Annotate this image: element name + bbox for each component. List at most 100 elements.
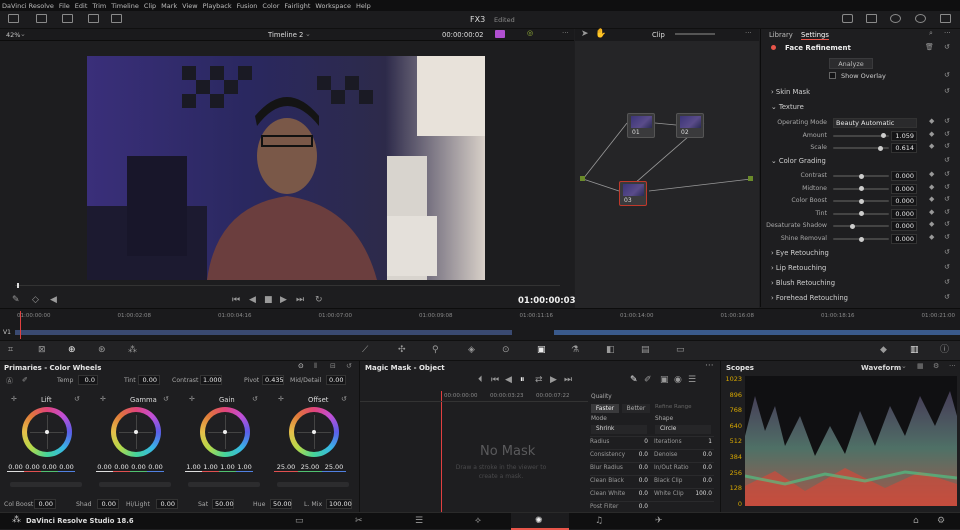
menu-item[interactable]: Timeline (111, 2, 139, 10)
menu-item[interactable]: Color (262, 2, 279, 10)
reset-icon[interactable]: ↺ (944, 233, 950, 241)
wheel-value-input[interactable]: 0.00 (58, 463, 75, 472)
wheel-handle[interactable] (134, 430, 138, 434)
keyframe-icon[interactable]: ◆ (929, 170, 934, 178)
mask-param-value[interactable]: 0.0 (634, 465, 648, 471)
reset-icon[interactable]: ↺ (341, 395, 347, 403)
effects-icon[interactable] (915, 14, 926, 23)
wheel-value-input[interactable]: 0.00 (113, 463, 130, 472)
loop-icon[interactable]: ↻ (315, 296, 323, 305)
wheel-handle[interactable] (45, 430, 49, 434)
section-blush-retouching[interactable]: › Blush Retouching (771, 279, 835, 287)
warper-icon[interactable]: ✣ (398, 346, 406, 355)
reset-icon[interactable]: ↺ (944, 183, 950, 191)
key-icon[interactable]: ◧ (606, 346, 615, 355)
mask-playhead[interactable] (441, 391, 442, 512)
slider-knob[interactable] (878, 145, 884, 151)
slider-knob[interactable] (880, 133, 886, 138)
param-input[interactable]: 0.00 (97, 499, 119, 509)
wheel-value-input[interactable]: 25.00 (322, 463, 346, 472)
mask-param-value[interactable]: 0.0 (634, 491, 648, 497)
media-page-icon[interactable]: ▭ (295, 517, 304, 526)
faster-button[interactable]: Faster (591, 404, 619, 413)
rgb-mixer-icon[interactable]: ⁂ (128, 346, 137, 355)
section-texture[interactable]: ⌄ Texture (771, 103, 804, 111)
mask-param-value[interactable]: 0 (634, 439, 648, 445)
menu-item[interactable]: DaVinci Resolve (2, 2, 54, 10)
param-input[interactable]: 0.00 (34, 499, 56, 509)
timeline-icon[interactable] (111, 14, 122, 23)
inspector-slider[interactable] (833, 223, 889, 229)
keyframe-icon[interactable]: ◆ (929, 183, 934, 191)
keyframe-icon[interactable]: ◆ (929, 195, 934, 203)
reset-icon[interactable]: ↺ (944, 43, 950, 51)
video-clip[interactable] (554, 330, 960, 335)
better-button[interactable]: Better (622, 404, 650, 413)
keyframe-icon[interactable]: ◆ (929, 142, 934, 150)
tab-settings[interactable]: Settings (801, 31, 829, 40)
curves-icon[interactable]: ⟋ (362, 346, 368, 355)
gallery-icon[interactable] (36, 14, 47, 23)
mode-select[interactable]: Shrink (591, 425, 647, 434)
shape-select[interactable]: Circle (655, 425, 711, 434)
sizing-icon[interactable]: ▤ (641, 346, 650, 355)
inspector-slider[interactable] (833, 236, 889, 242)
menu-item[interactable]: Mark (161, 2, 177, 10)
menu-item[interactable]: File (59, 2, 70, 10)
highlight-icon[interactable]: ◎ (527, 29, 533, 37)
wheel-picker-icon[interactable]: ✛ (100, 395, 106, 403)
step-back-icon[interactable]: ◀ (505, 376, 512, 385)
section-skin-mask[interactable]: › Skin Mask (771, 88, 810, 96)
wheel-value-input[interactable]: 1.00 (185, 463, 202, 472)
reset-icon[interactable]: ↺ (944, 71, 950, 79)
keyframe-icon[interactable]: ◆ (929, 220, 934, 228)
contrast-input[interactable]: 1.000 (200, 375, 222, 385)
auto-balance-icon[interactable]: Ⓐ (6, 376, 13, 386)
more-icon[interactable]: ··· (562, 29, 569, 37)
trash-icon[interactable]: 🗑 (925, 43, 934, 51)
slider-knob[interactable] (858, 211, 864, 217)
tab-library[interactable]: Library (769, 31, 793, 39)
camera-raw-icon[interactable]: ⌗ (8, 346, 13, 355)
pivot-input[interactable]: 0.435 (262, 375, 284, 385)
viewer-frame[interactable] (87, 56, 485, 280)
wheel-master-slider[interactable] (99, 482, 171, 487)
wheel-picker-icon[interactable]: ✛ (11, 395, 17, 403)
reset-icon[interactable]: ↺ (944, 195, 950, 203)
inspector-slider[interactable] (833, 133, 889, 138)
jump-start-icon[interactable]: ⏮ (232, 296, 240, 305)
reset-icon[interactable]: ↺ (944, 117, 950, 125)
wheel-value-input[interactable]: 1.00 (202, 463, 219, 472)
keyframe-icon[interactable]: ◆ (929, 117, 934, 125)
chevron-down-icon[interactable]: ⌄ (20, 30, 26, 38)
wheel-handle[interactable] (223, 430, 227, 434)
reset-icon[interactable]: ↺ (346, 362, 352, 370)
color-match-icon[interactable]: ⊠ (38, 346, 46, 355)
slider-knob[interactable] (850, 223, 856, 229)
wheel-picker-icon[interactable]: ✛ (278, 395, 284, 403)
scrub-playhead[interactable] (17, 283, 19, 288)
wheel-value-input[interactable]: 0.00 (96, 463, 113, 472)
more-icon[interactable]: ··· (944, 29, 951, 37)
keyframes-icon[interactable]: ◆ (880, 346, 887, 355)
scrub-bar[interactable] (15, 285, 560, 286)
slider-knob[interactable] (858, 173, 864, 179)
color-page-tab[interactable]: ✺ (511, 513, 569, 530)
mask-param-value[interactable]: 0.0 (634, 478, 648, 484)
reset-icon[interactable]: ↺ (74, 395, 80, 403)
node-mode[interactable]: Clip (652, 31, 665, 39)
mask-param-value[interactable]: 0.0 (634, 504, 648, 510)
window-icon[interactable]: ◈ (468, 346, 475, 355)
wheel-value-input[interactable]: 0.00 (24, 463, 41, 472)
play-icon[interactable]: ▶ (280, 296, 287, 305)
erase-icon[interactable]: ✐ (644, 376, 652, 385)
tracker-icon[interactable]: ⊙ (502, 346, 510, 355)
more-icon[interactable]: ··· (949, 362, 956, 370)
overlay-icon[interactable]: ▣ (660, 376, 669, 385)
scope-layout-icon[interactable]: ▦ (917, 362, 924, 370)
wheel-handle[interactable] (312, 430, 316, 434)
tint-input[interactable]: 0.00 (138, 375, 160, 385)
picker-icon[interactable]: ✐ (22, 376, 28, 384)
speaker-icon[interactable]: ◀ (50, 296, 57, 305)
menu-item[interactable]: Help (356, 2, 371, 10)
